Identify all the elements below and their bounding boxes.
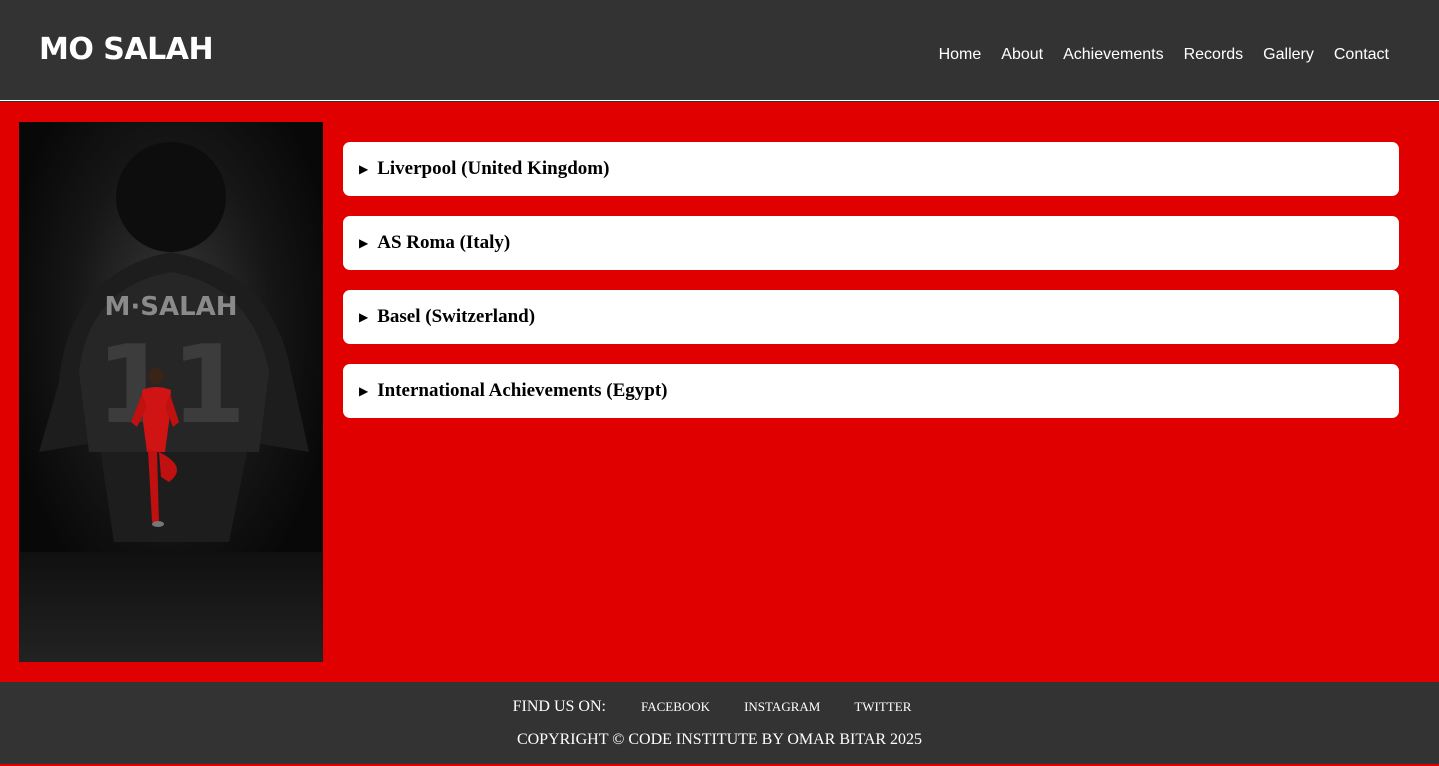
player-photo: M·SALAH 11 [19,122,323,662]
triangle-right-icon: ▶ [359,384,369,398]
accordion-label: AS Roma (Italy) [377,232,511,253]
jersey-number: 11 [96,323,246,448]
jersey-name: M·SALAH [104,292,237,322]
copyright-text: COPYRIGHT © CODE INSTITUTE BY OMAR BITAR… [516,731,923,748]
main-nav: Home About Achievements Records Gallery … [939,45,1389,65]
nav-about[interactable]: About [1001,45,1043,65]
site-header: MO SALAH Home About Achievements Records… [0,0,1439,101]
nav-records[interactable]: Records [1184,45,1244,65]
accordion-label: Liverpool (United Kingdom) [377,158,610,179]
main-content: M·SALAH 11 ▶ Liverpool (United Kingdom) … [0,102,1439,682]
accordion-item-basel[interactable]: ▶ Basel (Switzerland) [343,290,1399,344]
accordion-label: International Achievements (Egypt) [377,380,668,401]
nav-gallery[interactable]: Gallery [1263,45,1314,65]
accordion-item-roma[interactable]: ▶ AS Roma (Italy) [343,216,1399,270]
triangle-right-icon: ▶ [359,310,369,324]
find-us-label: FIND US ON: [512,698,606,715]
nav-contact[interactable]: Contact [1334,45,1389,65]
accordion-item-international[interactable]: ▶ International Achievements (Egypt) [343,364,1399,418]
facebook-link[interactable]: FACEBOOK [641,699,710,714]
accordion-item-liverpool[interactable]: ▶ Liverpool (United Kingdom) [343,142,1399,196]
accordion-label: Basel (Switzerland) [377,306,536,327]
nav-achievements[interactable]: Achievements [1063,45,1164,65]
achievements-accordion: ▶ Liverpool (United Kingdom) ▶ AS Roma (… [343,142,1399,438]
triangle-right-icon: ▶ [359,236,369,250]
nav-home[interactable]: Home [939,45,982,65]
site-logo[interactable]: MO SALAH [39,30,214,70]
twitter-link[interactable]: TWITTER [854,699,911,714]
player-image: M·SALAH 11 [19,122,323,662]
triangle-right-icon: ▶ [359,162,369,176]
social-links: FIND US ON: FACEBOOK INSTAGRAM TWITTER [0,698,1439,716]
site-footer: FIND US ON: FACEBOOK INSTAGRAM TWITTER C… [0,682,1439,766]
instagram-link[interactable]: INSTAGRAM [744,699,820,714]
